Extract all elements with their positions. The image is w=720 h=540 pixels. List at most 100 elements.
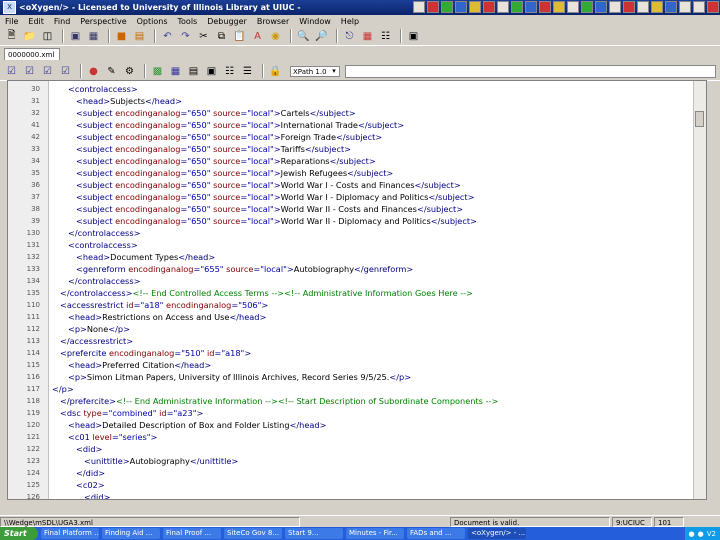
undo-icon[interactable]: ↶ xyxy=(160,29,175,43)
code-line[interactable]: 42 <subject encodinganalog="650" source="… xyxy=(8,131,706,143)
app-icon[interactable] xyxy=(609,1,621,13)
code-line[interactable]: 34 <subject encodinganalog="650" source="… xyxy=(8,155,706,167)
check-wellformed-icon[interactable]: ☑ xyxy=(22,64,37,78)
taskbar-item[interactable]: Start 9... xyxy=(285,528,343,539)
code-line[interactable]: 125 <c02> xyxy=(8,479,706,491)
tab-document[interactable]: 0000000.xml xyxy=(4,48,60,60)
validate-check-icon[interactable]: ☑ xyxy=(4,64,19,78)
taskbar-item[interactable]: FADs and ... xyxy=(407,528,465,539)
app-icon[interactable] xyxy=(539,1,551,13)
app-icon[interactable] xyxy=(427,1,439,13)
taskbar-item[interactable]: SiteCo Gov 8... xyxy=(224,528,282,539)
menu-options[interactable]: Options xyxy=(132,17,173,26)
validate-icon[interactable]: ◉ xyxy=(268,29,283,43)
chevron-down-icon[interactable]: ▾ xyxy=(330,64,338,78)
code-line[interactable]: 121 <c01 level="series"> xyxy=(8,431,706,443)
cut-icon[interactable]: ✂ xyxy=(196,29,211,43)
lock-icon[interactable]: 🔒 xyxy=(268,64,283,78)
code-line[interactable]: 111 <head>Restrictions on Access and Use<… xyxy=(8,311,706,323)
validate-all-icon[interactable]: ☑ xyxy=(58,64,73,78)
window-icon[interactable]: ▣ xyxy=(406,29,421,43)
close-icon[interactable] xyxy=(707,1,719,13)
taskbar-item-active[interactable]: <oXygen/> - ... xyxy=(468,528,526,539)
app-icon[interactable] xyxy=(455,1,467,13)
xml-editor[interactable]: 30 <controlaccess> 31 <head>Subjects</head>… xyxy=(7,80,707,500)
transform-icon[interactable]: ▦ xyxy=(360,29,375,43)
new-file-icon[interactable]: 🗎 xyxy=(4,29,19,43)
code-line[interactable]: 38 <subject encodinganalog="650" source="… xyxy=(8,203,706,215)
code-line[interactable]: 130 </controlaccess> xyxy=(8,227,706,239)
code-line[interactable]: 118 </prefercite><!-- End Administrative … xyxy=(8,395,706,407)
code-line[interactable]: 113 </accessrestrict> xyxy=(8,335,706,347)
schema-icon[interactable]: ▦ xyxy=(168,64,183,78)
app-icon[interactable] xyxy=(525,1,537,13)
format-icon[interactable]: A xyxy=(250,29,265,43)
tree-icon[interactable]: ⎋ xyxy=(342,29,357,43)
code-line[interactable]: 30 <controlaccess> xyxy=(8,83,706,95)
taskbar-item[interactable]: Finding Aid ... xyxy=(102,528,160,539)
save-icon[interactable]: ▣ xyxy=(68,29,83,43)
validate-schema-icon[interactable]: ☑ xyxy=(40,64,55,78)
code-line[interactable]: 122 <did> xyxy=(8,443,706,455)
tray-icon[interactable]: ● xyxy=(698,530,704,538)
menu-edit[interactable]: Edit xyxy=(23,17,49,26)
code-line[interactable]: 126 <did> xyxy=(8,491,706,499)
app-icon[interactable] xyxy=(511,1,523,13)
menu-tools[interactable]: Tools xyxy=(173,17,203,26)
maximize-icon[interactable] xyxy=(693,1,705,13)
tray-icon[interactable]: ● xyxy=(689,530,695,538)
debug-icon[interactable]: ⚙ xyxy=(122,64,137,78)
vertical-scrollbar[interactable] xyxy=(693,81,706,499)
indent-icon[interactable]: ☰ xyxy=(240,64,255,78)
code-line[interactable]: 135 </controlaccess><!-- End Controlled A… xyxy=(8,287,706,299)
menu-debugger[interactable]: Debugger xyxy=(202,17,252,26)
code-line[interactable]: 131 <controlaccess> xyxy=(8,239,706,251)
menu-help[interactable]: Help xyxy=(336,17,364,26)
taskbar-item[interactable]: Minutes - Fir... xyxy=(346,528,404,539)
code-line[interactable]: 110 <accessrestrict id="a18" encodinganal… xyxy=(8,299,706,311)
code-line[interactable]: 117 </p> xyxy=(8,383,706,395)
menu-window[interactable]: Window xyxy=(294,17,336,26)
app-icon[interactable] xyxy=(567,1,579,13)
save-all-icon[interactable]: ▦ xyxy=(86,29,101,43)
code-line[interactable]: 132 <head>Document Types</head> xyxy=(8,251,706,263)
run-transform-icon[interactable]: ● xyxy=(86,64,101,78)
code-line[interactable]: 114 <prefercite encodinganalog="510" id="… xyxy=(8,347,706,359)
scrollbar-thumb[interactable] xyxy=(695,111,704,127)
app-icon[interactable] xyxy=(595,1,607,13)
app-icon[interactable] xyxy=(553,1,565,13)
app-icon[interactable] xyxy=(623,1,635,13)
code-line[interactable]: 120 <head>Detailed Description of Box and… xyxy=(8,419,706,431)
code-line[interactable]: 41 <subject encodinganalog="650" source="… xyxy=(8,119,706,131)
open-folder-icon[interactable]: 📁 xyxy=(22,29,37,43)
code-line[interactable]: 115 <head>Preferred Citation</head> xyxy=(8,359,706,371)
app-icon[interactable] xyxy=(665,1,677,13)
app-icon[interactable] xyxy=(441,1,453,13)
outline-icon[interactable]: ▩ xyxy=(150,64,165,78)
menu-perspective[interactable]: Perspective xyxy=(75,17,131,26)
xpath-input[interactable] xyxy=(345,64,716,78)
app-icon[interactable] xyxy=(469,1,481,13)
xpath-icon[interactable]: ▤ xyxy=(186,64,201,78)
print-icon[interactable]: ▤ xyxy=(132,29,147,43)
code-line[interactable]: 123 <unittitle>Autobiography</unittitle> xyxy=(8,455,706,467)
grid-icon[interactable]: ☷ xyxy=(378,29,393,43)
paste-icon[interactable]: 📋 xyxy=(232,29,247,43)
copy-icon[interactable]: ⧉ xyxy=(214,29,229,43)
code-line[interactable]: 31 <head>Subjects</head> xyxy=(8,95,706,107)
taskbar-item[interactable]: Final Proof ... xyxy=(163,528,221,539)
code-line[interactable]: 36 <subject encodinganalog="650" source="… xyxy=(8,179,706,191)
minimize-icon[interactable] xyxy=(679,1,691,13)
insert-icon[interactable]: ▣ xyxy=(204,64,219,78)
code-line[interactable]: 134 </controlaccess> xyxy=(8,275,706,287)
find-icon[interactable]: 🔍 xyxy=(296,29,311,43)
start-button[interactable]: Start xyxy=(0,527,38,540)
code-line[interactable]: 116 <p>Simon Litman Papers, University of… xyxy=(8,371,706,383)
code-line[interactable]: 133 <genreform encodinganalog="655" sourc… xyxy=(8,263,706,275)
menu-find[interactable]: Find xyxy=(49,17,75,26)
open-url-icon[interactable]: ◫ xyxy=(40,29,55,43)
code-line[interactable]: 32 <subject encodinganalog="650" source="… xyxy=(8,107,706,119)
code-line[interactable]: 119 <dsc type="combined" id="a23"> xyxy=(8,407,706,419)
code-line[interactable]: 37 <subject encodinganalog="650" source="… xyxy=(8,191,706,203)
code-line[interactable]: 33 <subject encodinganalog="650" source="… xyxy=(8,143,706,155)
